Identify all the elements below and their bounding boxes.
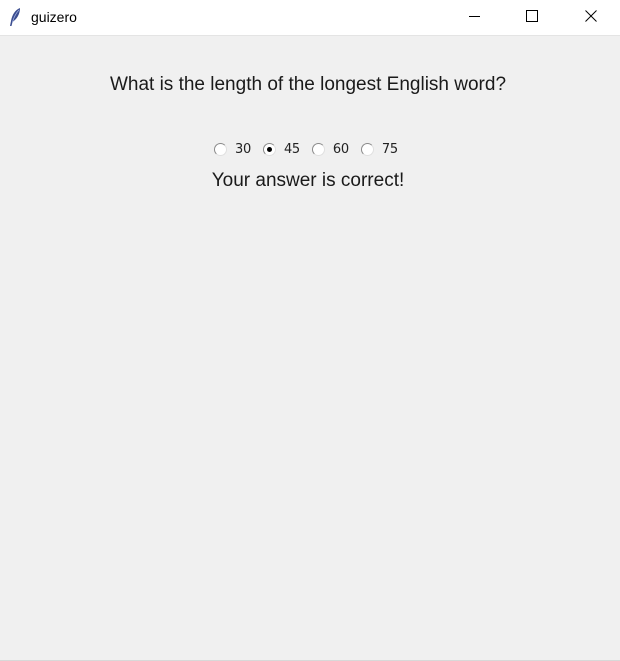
maximize-icon (526, 9, 538, 27)
radio-option-75[interactable]: 75 (360, 141, 398, 157)
radio-button[interactable] (214, 142, 227, 156)
title-bar[interactable]: guizero (0, 0, 620, 36)
radio-button[interactable] (360, 142, 374, 156)
window-title: guizero (31, 9, 77, 25)
app-window: guizero What is the length of the longes… (0, 0, 620, 661)
minimize-button[interactable] (452, 0, 498, 35)
question-text: What is the length of the longest Englis… (109, 74, 507, 95)
maximize-button[interactable] (509, 0, 555, 35)
result-message: Your answer is correct! (211, 170, 405, 191)
close-icon (585, 9, 597, 27)
radio-button-selected[interactable] (262, 142, 276, 156)
radio-label: 30 (235, 141, 251, 157)
minimize-icon (469, 9, 481, 27)
radio-option-45[interactable]: 45 (262, 141, 300, 157)
feather-icon (8, 7, 22, 27)
answer-radio-group: 30 45 60 75 (214, 139, 410, 159)
radio-label: 45 (283, 141, 300, 157)
radio-label: 60 (332, 141, 349, 157)
close-button[interactable] (568, 0, 614, 35)
radio-option-30[interactable]: 30 (214, 142, 251, 157)
radio-option-60[interactable]: 60 (311, 141, 349, 157)
radio-label: 75 (381, 141, 398, 157)
radio-button[interactable] (311, 142, 325, 156)
